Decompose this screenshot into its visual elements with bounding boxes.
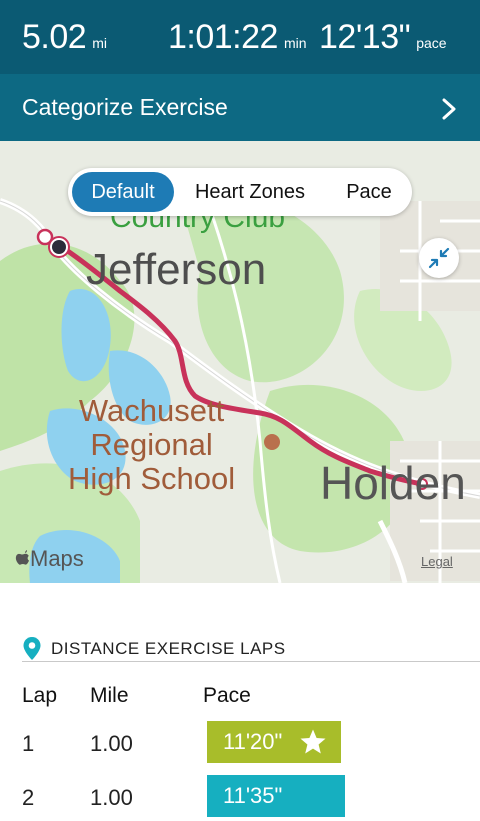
column-header-pace: Pace [203, 684, 251, 707]
collapse-arrows-icon [428, 247, 450, 269]
laps-section-title: DISTANCE EXERCISE LAPS [51, 639, 286, 658]
lap-mile: 1.00 [90, 785, 133, 810]
distance-stat: 5.02 mi [22, 18, 107, 57]
map-label-school: Wachusett Regional High School [68, 394, 235, 496]
lap-pace-bar: 11'20" [207, 721, 341, 763]
lap-row: 1 1.00 11'20" [0, 721, 480, 767]
lap-number: 2 [22, 785, 35, 810]
lap-mile: 1.00 [90, 731, 133, 756]
map-label-school-line2: Regional [90, 427, 213, 462]
lap-number: 1 [22, 731, 35, 756]
map-style-segmented-control: Default Heart Zones Pace [68, 168, 412, 216]
pace-stat: 12'13" pace [319, 18, 447, 57]
school-poi-icon [264, 434, 280, 450]
map-label-school-line3: High School [68, 461, 236, 496]
lap-pace-value: 11'35" [223, 783, 283, 808]
location-pin-icon [23, 637, 41, 660]
workout-summary-bar: 5.02 mi 1:01:22 min 12'13" pace [0, 0, 480, 74]
categorize-exercise-row[interactable]: Categorize Exercise [0, 74, 480, 141]
legal-link[interactable]: Legal [421, 554, 453, 569]
maps-attribution: Maps [14, 546, 84, 572]
lap-pace-value: 11'20" [223, 729, 283, 754]
categorize-exercise-label: Categorize Exercise [22, 94, 228, 120]
duration-value: 1:01:22 [168, 18, 278, 56]
apple-logo-icon [15, 550, 29, 565]
pace-unit: pace [416, 35, 447, 51]
map-label-school-line1: Wachusett [78, 393, 225, 428]
pace-value: 12'13" [319, 18, 411, 56]
maps-attribution-text: Maps [30, 546, 84, 571]
lap-row: 2 1.00 11'35" [0, 775, 480, 821]
duration-unit: min [283, 35, 307, 51]
column-header-mile: Mile [90, 684, 129, 707]
collapse-map-button[interactable] [419, 238, 459, 278]
route-map[interactable]: Country Club Jefferson Wachusett Regiona… [0, 141, 480, 583]
laps-divider [22, 661, 480, 662]
distance-value: 5.02 [22, 18, 87, 56]
column-header-lap: Lap [22, 684, 58, 707]
map-label-town-2: Holden [320, 457, 466, 509]
route-end-dot [52, 240, 66, 254]
chevron-right-icon [442, 98, 456, 120]
distance-unit: mi [92, 35, 107, 51]
lap-pace-bar: 11'35" [207, 775, 345, 817]
star-icon [300, 729, 326, 754]
segment-default[interactable]: Default [72, 172, 174, 212]
segment-pace[interactable]: Pace [330, 172, 408, 212]
segment-heart-zones[interactable]: Heart Zones [180, 172, 320, 212]
map-label-town: Jefferson [86, 245, 267, 294]
duration-stat: 1:01:22 min [168, 18, 307, 57]
